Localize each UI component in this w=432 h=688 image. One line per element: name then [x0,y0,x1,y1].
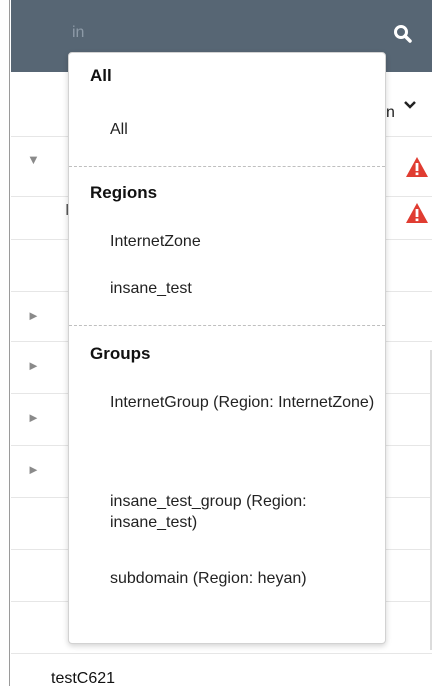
search-input[interactable]: in [72,24,84,42]
section-header-all: All [90,66,112,85]
search-suggestions-dropdown: All All Regions InternetZone insane_test… [68,52,386,644]
row-label-peek: testC621 [51,670,116,687]
section-header-regions: Regions [90,183,158,202]
search-icon[interactable] [392,23,414,45]
section-header-groups: Groups [90,344,151,363]
option-group-insane-test-group[interactable]: insane_test_group (Region: insane_test) [110,491,380,533]
divider [69,166,385,167]
option-all[interactable]: All [110,119,380,140]
divider [69,325,385,326]
option-group-subdomain[interactable]: subdomain (Region: heyan) [110,568,380,589]
option-region-internetzone[interactable]: InternetZone [110,231,380,252]
option-group-internetgroup[interactable]: InternetGroup (Region: InternetZone) [110,392,380,413]
window-frame [0,0,10,686]
option-region-insane-test[interactable]: insane_test [110,278,380,299]
